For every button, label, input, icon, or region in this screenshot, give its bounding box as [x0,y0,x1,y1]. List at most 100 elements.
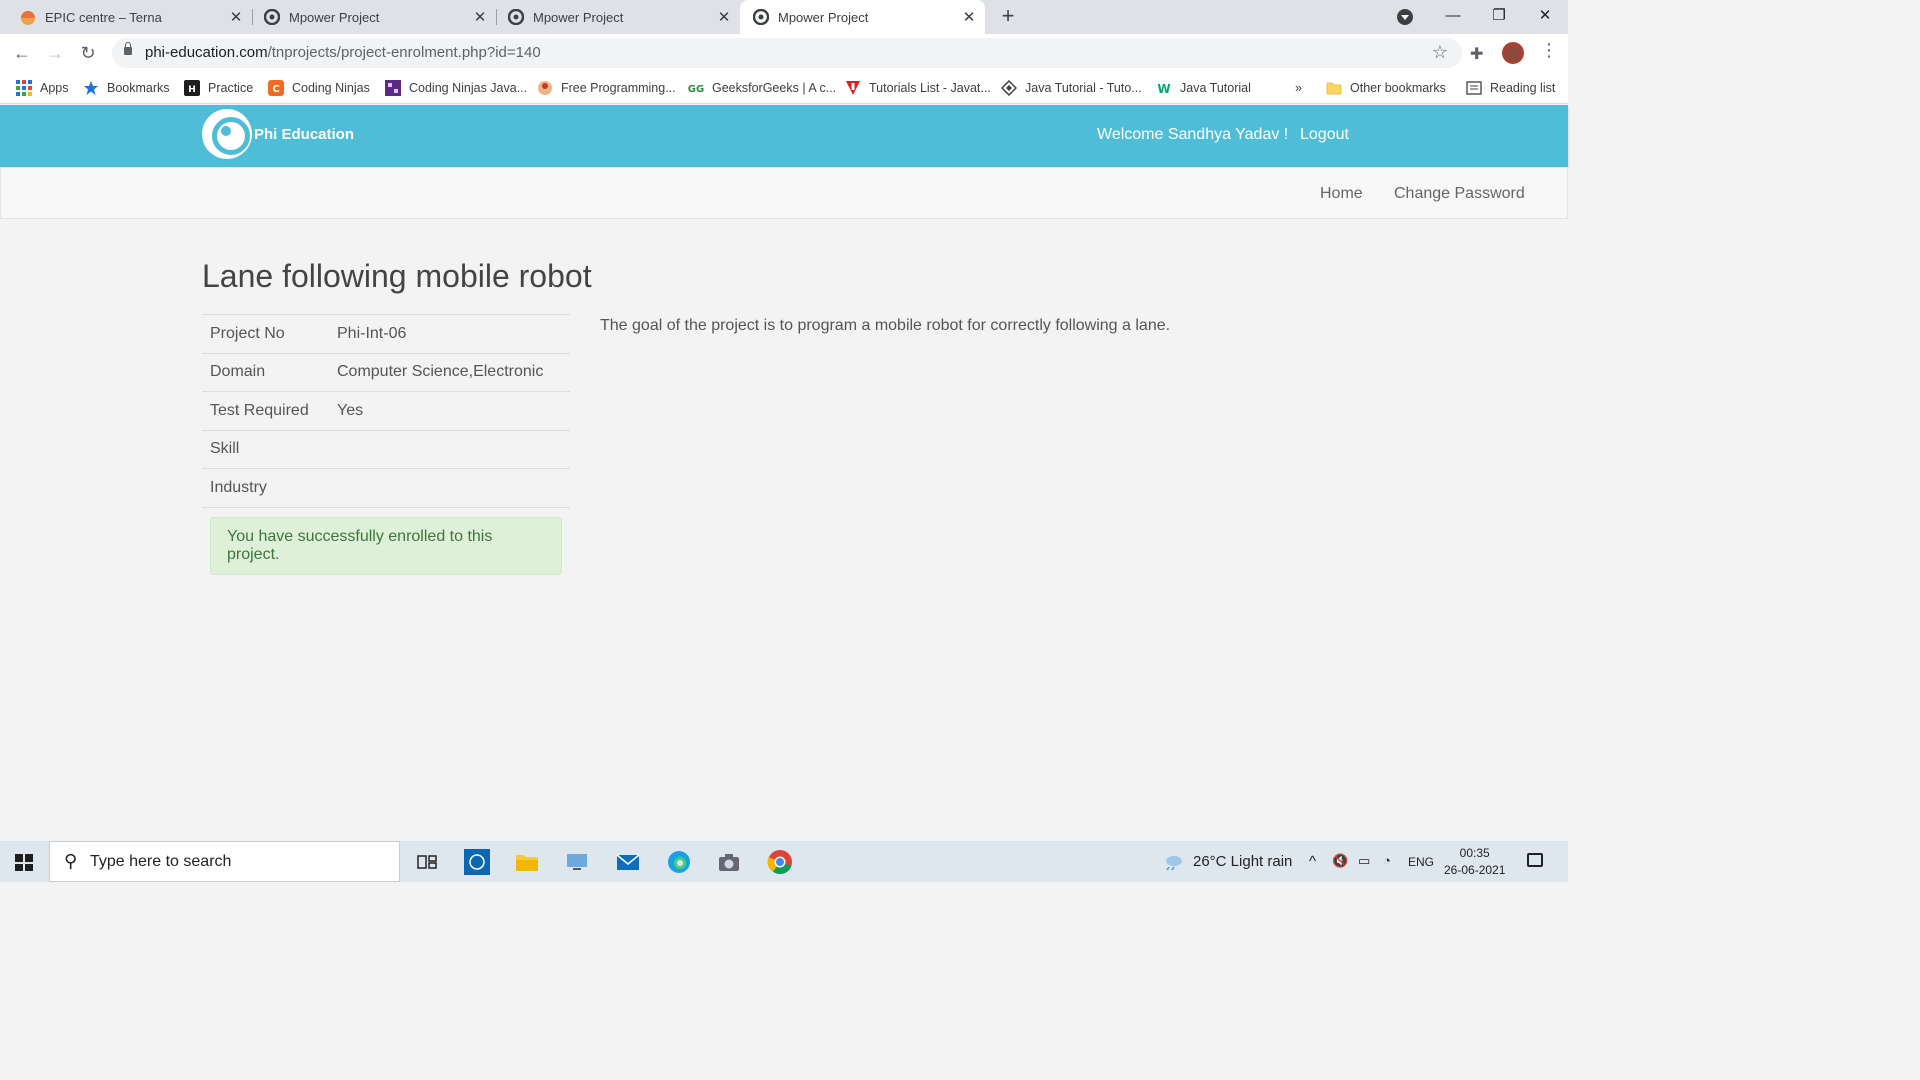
nav-home-link[interactable]: Home [1320,185,1363,203]
field-label: Project No [202,314,329,354]
url-path: /tnprojects/project-enrolment.php?id=140 [267,44,541,61]
table-row: Skill [202,429,570,469]
task-view-icon[interactable] [414,849,440,875]
tab-title: Mpower Project [289,9,380,25]
new-tab-button[interactable]: + [996,4,1020,28]
wifi-icon[interactable]: ◔ [1383,853,1391,868]
w3schools-icon: W [1157,82,1170,96]
tutorialspoint-icon [1001,80,1017,96]
secondary-navbar: Home Change Password [0,167,1568,219]
close-tab-icon[interactable]: ✕ [472,8,488,26]
tab-title: Mpower Project [533,9,624,25]
bookmark-label: Coding Ninjas [292,81,370,95]
close-window-icon[interactable]: ✕ [1522,0,1568,34]
welcome-message: Welcome Sandhya Yadav ! [1097,126,1289,143]
browser-tab-active[interactable]: Mpower Project ✕ [740,0,985,34]
clock-date: 26-06-2021 [1444,863,1506,877]
other-bookmarks-folder[interactable]: Other bookmarks [1326,78,1446,98]
battery-icon[interactable]: ▭ [1358,853,1370,869]
bookmark-coding-ninjas-java[interactable]: Coding Ninjas Java... [385,78,527,98]
bookmark-tutorialspoint[interactable]: Java Tutorial - Tuto... [1001,78,1142,98]
bookmark-label: Java Tutorial - Tuto... [1025,81,1142,95]
taskbar-clock[interactable]: 00:35 26-06-2021 [1444,845,1505,879]
field-value: Yes [329,391,570,430]
bookmark-label: Practice [208,81,254,95]
extensions-puzzle-icon[interactable]: ✚ [1470,44,1483,64]
taskbar-search-box[interactable]: ⚲ Type here to search [49,841,400,882]
language-indicator[interactable]: ENG [1408,855,1434,869]
mpower-favicon-icon [753,9,769,25]
field-label: Skill [202,429,329,469]
mpower-favicon-icon [508,9,524,25]
nav-change-password-link[interactable]: Change Password [1394,185,1525,203]
browser-tab[interactable]: Mpower Project ✕ [488,0,740,34]
weather-rain-icon[interactable] [1162,853,1184,871]
minimize-icon[interactable]: — [1430,0,1476,34]
reading-list-button[interactable]: Reading list [1466,78,1555,98]
browser-tab[interactable]: Mpower Project ✕ [244,0,496,34]
field-value [329,429,570,469]
bookmark-geeksforgeeks[interactable]: GG GeeksforGeeks | A c... [688,78,836,98]
tab-title: Mpower Project [778,9,869,25]
bookmark-free-programming[interactable]: Free Programming... [537,78,676,98]
bookmark-star-icon[interactable]: ☆ [1432,42,1448,63]
svg-text:GG: GG [688,84,704,95]
mpower-favicon-icon [264,9,280,25]
notification-center-icon[interactable] [1527,853,1543,867]
profile-avatar[interactable] [1502,42,1524,64]
project-title: Lane following mobile robot [202,258,592,294]
bookmark-practice[interactable]: H Practice [184,78,253,98]
close-tab-icon[interactable]: ✕ [961,8,977,26]
logout-link[interactable]: Logout [1300,126,1349,144]
close-tab-icon[interactable]: ✕ [228,8,244,26]
phi-logo-icon[interactable] [202,109,252,159]
browser-toolbar: ← → ↻ phi-education.com/tnprojects/proje… [0,34,1568,72]
table-row: Industry [202,468,570,508]
desktop-app-icon[interactable] [564,849,590,875]
forward-arrow-icon[interactable]: → [41,39,69,67]
geeksforgeeks-icon: GG [688,84,704,95]
folder-icon [1326,82,1342,95]
mail-icon[interactable] [615,849,641,875]
bookmarks-bar: Apps Bookmarks H Practice C Coding Ninja… [0,72,1568,104]
field-label: Domain [202,352,329,392]
reload-icon[interactable]: ↻ [74,39,102,67]
bookmark-coding-ninjas[interactable]: C Coding Ninjas [268,78,370,98]
dell-app-icon[interactable] [464,849,490,875]
speaker-muted-icon[interactable]: 🔇 [1332,853,1348,869]
chrome-browser-icon[interactable] [755,849,805,882]
bookmark-apps[interactable]: Apps [16,78,69,98]
bookmark-label: Coding Ninjas Java... [409,81,528,95]
restore-icon[interactable]: ❐ [1476,0,1522,34]
star-icon [84,81,98,95]
bookmark-label: Java Tutorial [1180,81,1251,95]
windows-start-icon[interactable] [15,854,33,871]
chevron-up-icon[interactable]: ^ [1309,853,1316,870]
bookmark-label: Free Programming... [561,81,676,95]
coding-ninjas-java-icon [385,80,401,96]
svg-text:H: H [188,85,196,95]
coding-ninjas-icon: C [268,80,284,96]
tab-search-icon[interactable] [1397,9,1413,25]
bookmark-w3schools[interactable]: W Java Tutorial [1156,78,1251,98]
url-host: phi-education.com [145,44,268,61]
bookmark-javatpoint[interactable]: Tutorials List - Javat... [845,78,991,98]
bookmark-bookmarks[interactable]: Bookmarks [83,78,170,98]
bookmark-label: Other bookmarks [1350,81,1446,95]
address-bar[interactable]: phi-education.com/tnprojects/project-enr… [112,38,1462,68]
bookmark-label: GeeksforGeeks | A c... [712,81,837,95]
kebab-menu-icon[interactable]: ⋮ [1540,40,1558,61]
project-details-table: Project No Phi-Int-06 Domain Computer Sc… [202,314,570,508]
close-tab-icon[interactable]: ✕ [716,8,732,26]
taskbar-search-placeholder: Type here to search [90,853,232,870]
camera-app-icon[interactable] [716,849,742,875]
enrollment-success-alert: You have successfully enrolled to this p… [210,517,562,575]
back-arrow-icon[interactable]: ← [8,39,36,67]
browser-tab[interactable]: EPIC centre – Terna ✕ [0,0,252,34]
weather-text[interactable]: 26°C Light rain [1193,853,1292,870]
edge-browser-icon[interactable] [666,849,692,875]
file-explorer-icon[interactable] [514,849,540,875]
bookmarks-overflow-button[interactable]: » [1295,78,1302,98]
apps-grid-icon [16,80,32,96]
brand-name[interactable]: Phi Education [254,126,354,143]
